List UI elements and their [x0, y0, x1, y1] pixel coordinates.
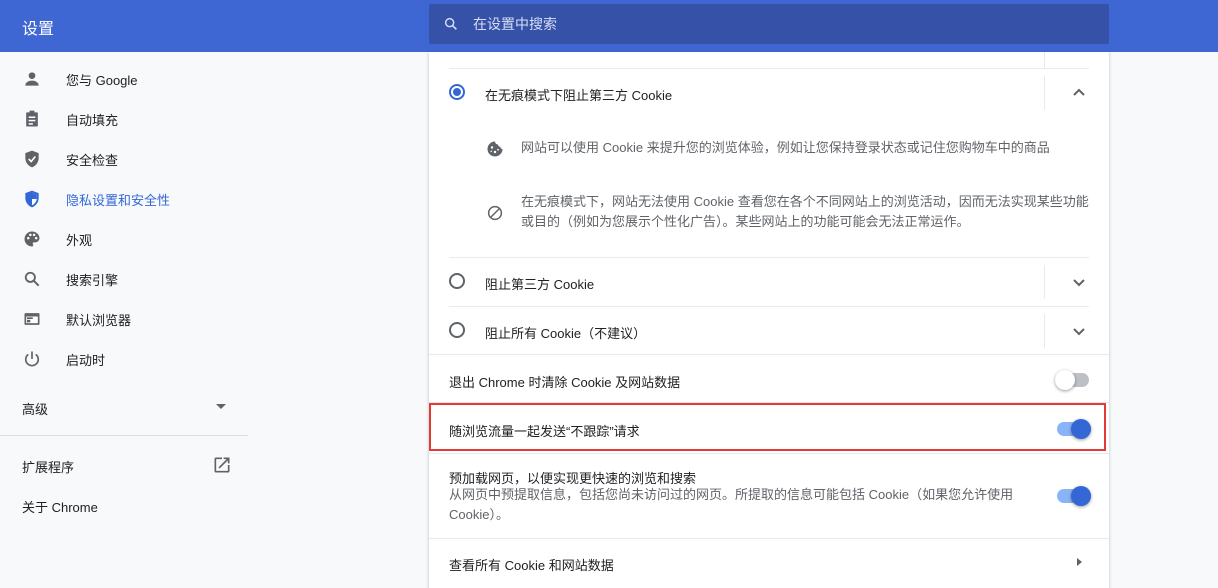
divider	[449, 306, 1089, 307]
arrow-right-icon[interactable]	[1077, 558, 1082, 566]
divider	[1044, 314, 1045, 348]
clipboard-icon	[26, 110, 38, 127]
sidebar-item-label: 隐私设置和安全性	[66, 192, 171, 208]
clear-on-exit-label: 退出 Chrome 时清除 Cookie 及网站数据	[449, 375, 681, 390]
divider	[429, 538, 1109, 539]
option-label: 阻止第三方 Cookie	[485, 277, 595, 292]
divider	[449, 257, 1089, 258]
browser-icon	[24, 313, 40, 325]
sidebar-item-label: 您与 Google	[66, 72, 138, 88]
chevron-down-icon[interactable]	[1067, 319, 1091, 343]
radio-block-incognito[interactable]	[449, 84, 465, 100]
chevron-down-icon[interactable]	[216, 404, 226, 409]
sidebar-item-label: 自动填充	[66, 112, 119, 128]
option-label: 在无痕模式下阻止第三方 Cookie	[485, 88, 673, 103]
divider	[1044, 52, 1045, 68]
divider	[1044, 76, 1045, 110]
sidebar-item-default-browser[interactable]: 默认浏览器	[0, 299, 248, 339]
sidebar-item-label: 默认浏览器	[66, 312, 132, 328]
divider	[429, 453, 1109, 454]
sidebar-about-chrome[interactable]: 关于 Chrome	[22, 497, 98, 516]
open-in-new-icon[interactable]	[212, 455, 232, 475]
sidebar-item-label: 搜索引擎	[66, 272, 119, 288]
sidebar-item-safety-check[interactable]: 安全检查	[0, 139, 248, 179]
radio-block-all[interactable]	[449, 322, 465, 338]
do-not-track-label: 随浏览流量一起发送“不跟踪”请求	[449, 424, 640, 439]
sidebar-item-on-startup[interactable]: 启动时	[0, 339, 248, 379]
top-header: 设置	[0, 0, 1218, 52]
sidebar-item-search-engine[interactable]: 搜索引擎	[0, 259, 248, 299]
search-box[interactable]	[429, 4, 1109, 44]
block-detail-text: 在无痕模式下，网站无法使用 Cookie 查看您在各个不同网站上的浏览活动，因而…	[521, 194, 1089, 229]
palette-icon	[24, 231, 40, 247]
page-title: 设置	[22, 21, 55, 38]
cookie-detail-text: 网站可以使用 Cookie 来提升您的浏览体验，例如让您保持登录状态或记住您购物…	[521, 140, 1050, 155]
divider	[429, 354, 1109, 355]
chevron-down-icon[interactable]	[1067, 270, 1091, 294]
preload-toggle[interactable]	[1057, 486, 1091, 506]
sidebar-item-label: 启动时	[66, 352, 106, 368]
sidebar-divider	[0, 435, 248, 436]
clear-on-exit-toggle[interactable]	[1055, 370, 1089, 390]
search-input[interactable]	[473, 4, 1093, 44]
person-icon	[25, 72, 39, 86]
block-icon	[487, 205, 503, 221]
option-label: 阻止所有 Cookie（不建议）	[485, 326, 647, 341]
sidebar-item-privacy[interactable]: 隐私设置和安全性	[0, 179, 248, 219]
cookie-icon	[487, 141, 503, 157]
divider	[449, 68, 1089, 69]
sidebar-advanced[interactable]: 高级	[22, 399, 48, 418]
chevron-up-icon[interactable]	[1067, 81, 1091, 105]
sidebar-item-appearance[interactable]: 外观	[0, 219, 248, 259]
sidebar-item-autofill[interactable]: 自动填充	[0, 99, 248, 139]
sidebar-item-label: 安全检查	[66, 152, 119, 168]
divider	[1044, 265, 1045, 299]
search-icon	[444, 17, 457, 30]
radio-block-third-party[interactable]	[449, 273, 465, 289]
shield-check-icon	[25, 150, 39, 168]
preload-description: 从网页中预提取信息，包括您尚未访问过的网页。所提取的信息可能包括 Cookie（…	[449, 487, 1014, 522]
shield-icon	[25, 190, 39, 208]
search-icon	[24, 271, 40, 287]
sidebar-extensions[interactable]: 扩展程序	[22, 457, 74, 476]
sidebar-item-you-and-google[interactable]: 您与 Google	[0, 59, 248, 99]
sidebar-item-label: 外观	[66, 232, 93, 248]
see-all-cookies-link[interactable]: 查看所有 Cookie 和网站数据	[449, 555, 614, 574]
divider	[429, 402, 1109, 403]
sidebar: 您与 Google 自动填充 安全检查 隐私设置和安全性 外观 搜索引擎 默认浏…	[0, 52, 248, 588]
power-icon	[24, 351, 40, 367]
settings-card: 在无痕模式下阻止第三方 Cookie 网站可以使用 Cookie 来提升您的浏览…	[429, 52, 1109, 588]
do-not-track-toggle[interactable]	[1057, 419, 1091, 439]
